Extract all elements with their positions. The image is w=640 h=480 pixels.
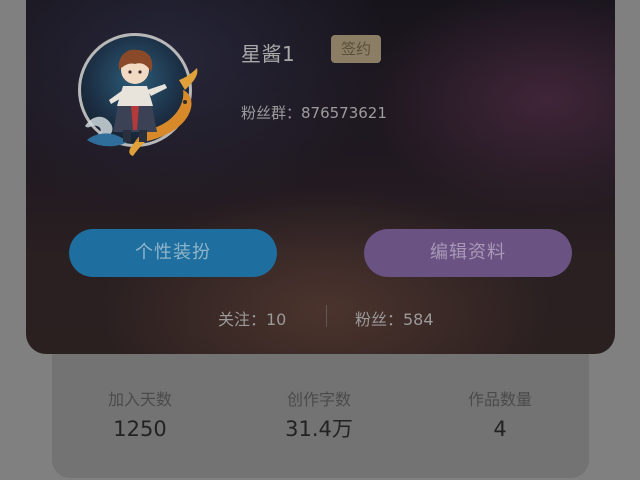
follow-divider xyxy=(326,305,327,327)
username: 星酱1 xyxy=(241,42,296,66)
anime-character-koi-icon xyxy=(85,49,198,156)
following-count[interactable]: 关注：10 xyxy=(218,306,286,330)
stat-label: 创作字数 xyxy=(286,390,351,409)
stat-label: 加入天数 xyxy=(107,390,172,409)
stat-label: 作品数量 xyxy=(467,390,532,409)
stat-word-count: 创作字数 31.4万 xyxy=(239,390,399,442)
signed-badge: 签约 xyxy=(331,35,381,63)
dress-up-button[interactable]: 个性装扮 xyxy=(69,229,277,277)
stat-value: 1250 xyxy=(113,417,167,441)
fan-group-number: 粉丝群：876573621 xyxy=(241,104,387,122)
edit-profile-button[interactable]: 编辑资料 xyxy=(364,229,572,277)
stat-join-days: 加入天数 1250 xyxy=(60,390,220,442)
avatar[interactable] xyxy=(78,33,198,156)
stat-value: 31.4万 xyxy=(285,417,353,441)
followers-count[interactable]: 粉丝：584 xyxy=(355,306,434,330)
stat-works-count: 作品数量 4 xyxy=(420,390,580,442)
stat-value: 4 xyxy=(493,417,507,441)
